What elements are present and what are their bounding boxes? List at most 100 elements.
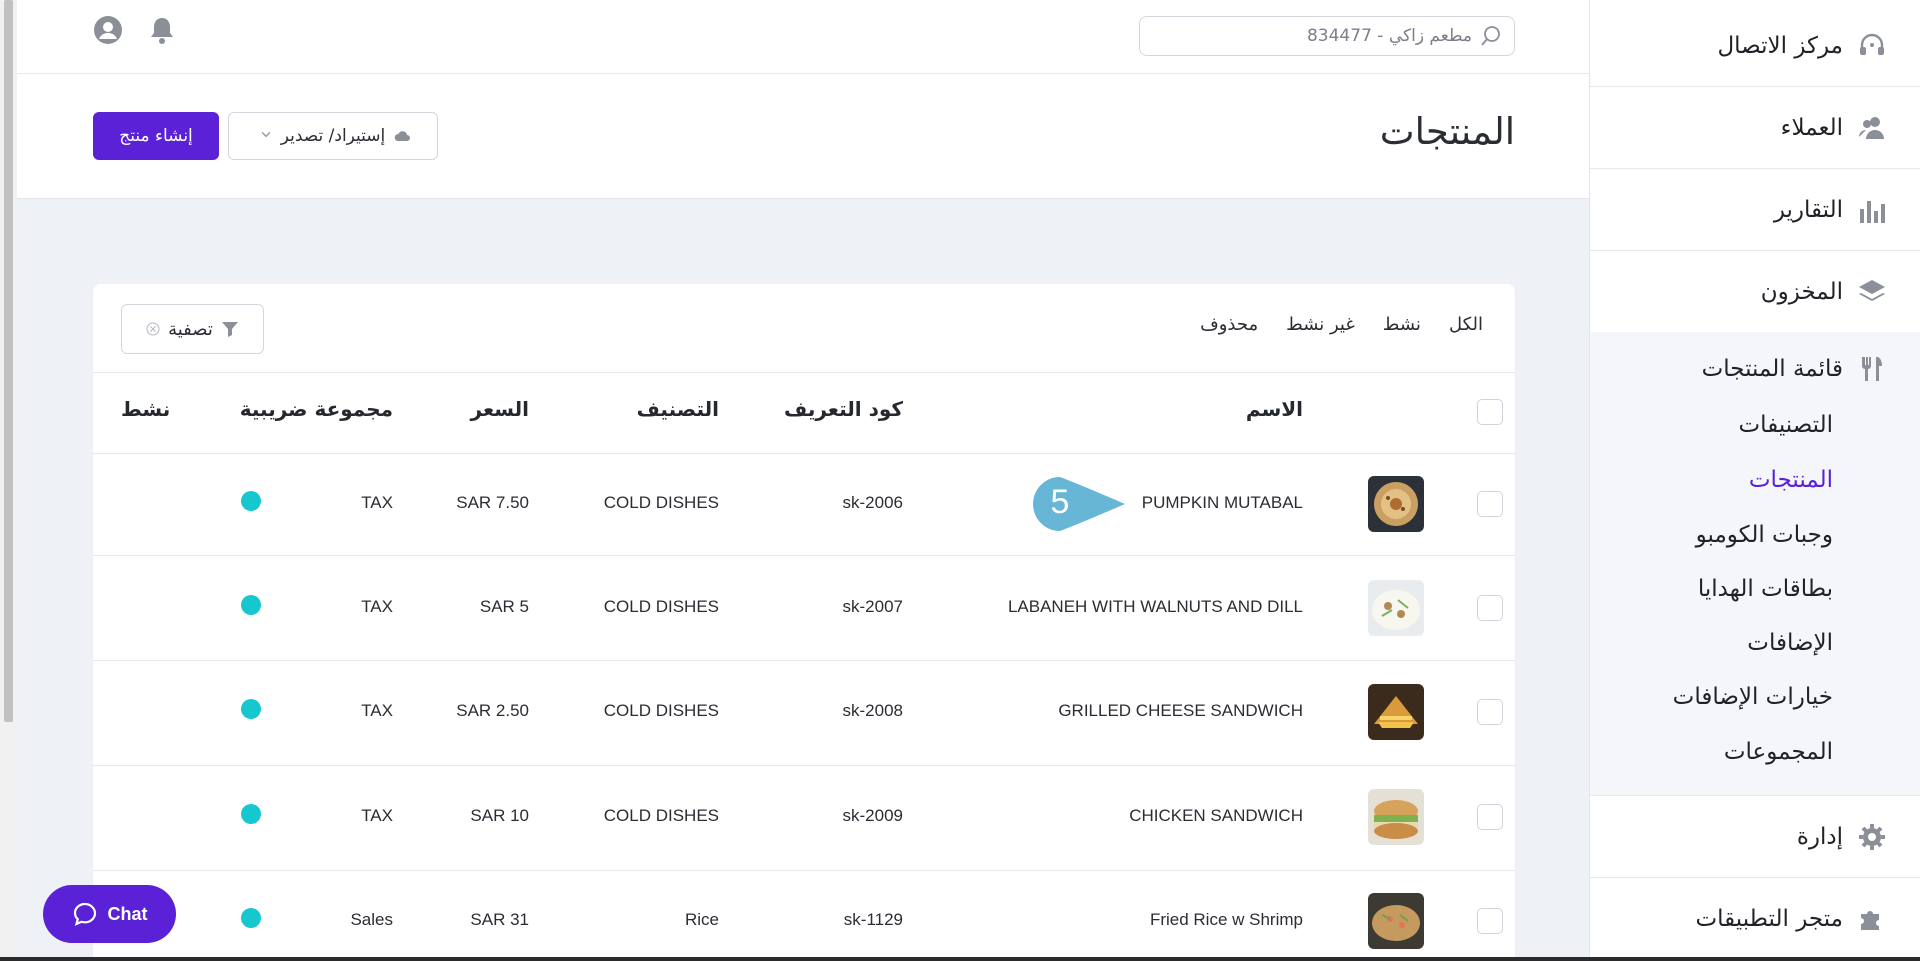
sidebar-item-label: المخزون <box>1760 278 1843 305</box>
sidebar-item-label: قائمة المنتجات <box>1701 356 1843 382</box>
sidebar-subitem-modifier-options[interactable]: خيارات الإضافات <box>1673 684 1833 710</box>
product-tax: TAX <box>361 597 393 616</box>
product-thumbnail <box>1368 580 1424 636</box>
active-status-dot <box>241 699 261 719</box>
product-name[interactable]: GRILLED CHEESE SANDWICH <box>1058 701 1303 721</box>
product-price: SAR 10 <box>470 806 529 825</box>
create-product-button[interactable]: إنشاء منتج <box>93 112 219 160</box>
product-thumbnail <box>1368 476 1424 532</box>
sidebar-subitem-gift-cards[interactable]: بطاقات الهدايا <box>1698 576 1833 602</box>
fork-knife-icon <box>1857 354 1887 384</box>
active-status-dot <box>241 804 261 824</box>
sidebar-item-reports[interactable]: التقارير <box>1590 169 1920 251</box>
sidebar-item-call-center[interactable]: مركز الاتصال <box>1590 5 1920 87</box>
sidebar: مركز الاتصال العملاء التقارير المخزون قا… <box>1589 0 1920 961</box>
sidebar-subitem-modifiers[interactable]: الإضافات <box>1747 630 1833 656</box>
users-icon <box>1857 113 1887 143</box>
row-checkbox[interactable] <box>1477 804 1503 830</box>
product-code: sk-2006 <box>842 493 903 512</box>
sidebar-subitem-groups[interactable]: المجموعات <box>1724 739 1833 765</box>
tab-all[interactable]: الكل <box>1449 314 1483 335</box>
top-icons <box>92 14 178 46</box>
product-code: sk-1129 <box>843 910 903 929</box>
scrollbar-thumb[interactable] <box>4 0 13 722</box>
divider <box>93 453 1515 454</box>
tour-step-bubble[interactable]: 5 <box>1031 475 1127 533</box>
column-price[interactable]: السعر <box>471 397 529 421</box>
product-thumbnail <box>1368 893 1424 949</box>
sidebar-subitem-products[interactable]: المنتجات <box>1749 467 1833 493</box>
page-header: المنتجات إنشاء منتج إستيراد/ تصدير <box>17 74 1589 199</box>
bottom-edge <box>0 957 1920 961</box>
sidebar-item-label: إدارة <box>1796 823 1843 850</box>
column-category[interactable]: التصنيف <box>637 397 719 421</box>
product-price: SAR 5 <box>479 597 529 616</box>
product-name[interactable]: CHICKEN SANDWICH <box>1129 806 1303 826</box>
bell-icon[interactable] <box>146 14 178 46</box>
row-checkbox[interactable] <box>1477 699 1503 725</box>
product-name[interactable]: PUMPKIN MUTABAL <box>1142 493 1303 513</box>
active-status-dot <box>241 595 261 615</box>
sidebar-item-label: العملاء <box>1780 114 1843 141</box>
sidebar-item-customers[interactable]: العملاء <box>1590 87 1920 169</box>
clear-filter-icon[interactable] <box>146 322 160 336</box>
cloud-icon <box>393 127 411 145</box>
product-tax: TAX <box>361 806 393 825</box>
product-category: Rice <box>684 910 719 929</box>
page-scrollbar[interactable] <box>0 0 17 961</box>
tab-deleted[interactable]: محذوف <box>1200 314 1258 335</box>
layers-icon <box>1857 277 1887 307</box>
product-category: COLD DISHES <box>603 493 719 512</box>
column-active[interactable]: نشط <box>121 397 170 421</box>
divider <box>93 555 1515 556</box>
divider <box>93 870 1515 871</box>
user-icon[interactable] <box>92 14 124 46</box>
bar-chart-icon <box>1857 195 1887 225</box>
column-code[interactable]: كود التعريف <box>784 397 903 421</box>
column-tax-group[interactable]: مجموعة ضريبية <box>240 397 393 421</box>
search-input[interactable] <box>1172 26 1472 46</box>
product-price: SAR 2.50 <box>456 701 529 720</box>
import-export-label: إستيراد/ تصدير <box>280 126 386 146</box>
product-category: COLD DISHES <box>603 806 719 825</box>
import-export-button[interactable]: إستيراد/ تصدير <box>228 112 438 160</box>
product-code: sk-2009 <box>842 806 903 825</box>
column-name[interactable]: الاسم <box>1246 397 1303 421</box>
branch-search[interactable] <box>1139 16 1515 56</box>
product-code: sk-2008 <box>842 701 903 720</box>
chat-button[interactable]: Chat <box>43 885 176 943</box>
puzzle-icon <box>1857 904 1887 934</box>
search-icon <box>1480 25 1502 47</box>
divider <box>93 660 1515 661</box>
tab-inactive[interactable]: غير نشط <box>1286 314 1355 335</box>
sidebar-item-label: التقارير <box>1773 196 1843 223</box>
active-status-dot <box>241 491 261 511</box>
funnel-icon <box>221 320 239 338</box>
sidebar-item-admin[interactable]: إدارة <box>1590 796 1920 878</box>
sidebar-subitem-combos[interactable]: وجبات الكومبو <box>1696 522 1833 548</box>
products-submenu: قائمة المنتجات التصنيفات المنتجات وجبات … <box>1590 332 1920 796</box>
select-all-checkbox[interactable] <box>1477 399 1503 425</box>
page-title: المنتجات <box>1379 110 1515 153</box>
product-name[interactable]: Fried Rice w Shrimp <box>1150 910 1303 930</box>
sidebar-item-label: متجر التطبيقات <box>1695 906 1844 932</box>
product-name[interactable]: LABANEH WITH WALNUTS AND DILL <box>1008 597 1303 617</box>
product-price: SAR 31 <box>470 910 529 929</box>
row-checkbox[interactable] <box>1477 908 1503 934</box>
filter-label: تصفية <box>168 318 213 340</box>
row-checkbox[interactable] <box>1477 491 1503 517</box>
divider <box>93 372 1515 373</box>
product-code: sk-2007 <box>842 597 903 616</box>
filter-button[interactable]: تصفية <box>121 304 264 354</box>
product-thumbnail <box>1368 684 1424 740</box>
tab-active[interactable]: نشط <box>1383 314 1421 335</box>
row-checkbox[interactable] <box>1477 595 1503 621</box>
sidebar-item-label: مركز الاتصال <box>1717 32 1843 59</box>
sidebar-item-inventory[interactable]: المخزون <box>1590 251 1920 333</box>
divider <box>93 765 1515 766</box>
sidebar-item-products-menu[interactable]: قائمة المنتجات <box>1702 354 1887 384</box>
status-tabs: الكل نشط غير نشط محذوف <box>1200 314 1483 335</box>
product-category: COLD DISHES <box>603 597 719 616</box>
sidebar-subitem-categories[interactable]: التصنيفات <box>1739 412 1833 438</box>
sidebar-item-app-store[interactable]: متجر التطبيقات <box>1590 878 1920 960</box>
